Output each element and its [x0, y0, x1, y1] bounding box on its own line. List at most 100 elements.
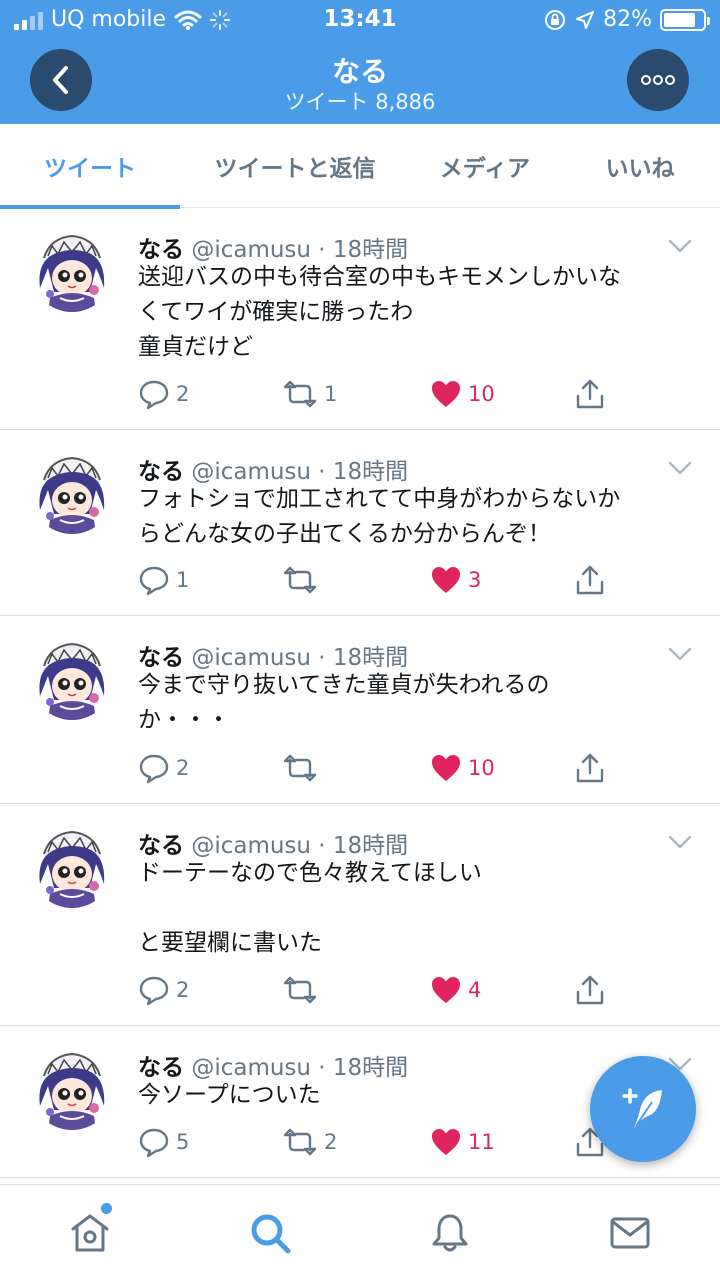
- heart-icon: [430, 378, 462, 410]
- compose-feather-icon: [622, 1088, 662, 1128]
- profile-tabs: ツイート ツイートと返信 メディア いいね: [0, 124, 720, 209]
- share-button[interactable]: [574, 378, 606, 410]
- bottom-navigation: [0, 1184, 720, 1280]
- reply-icon: [138, 564, 170, 596]
- like-button[interactable]: 11: [430, 1126, 495, 1158]
- like-button[interactable]: 3: [430, 564, 481, 596]
- retweet-icon: [282, 1126, 318, 1158]
- share-icon: [574, 564, 606, 596]
- share-icon: [574, 378, 606, 410]
- avatar[interactable]: [30, 824, 114, 908]
- tab-tweets[interactable]: ツイート: [0, 124, 180, 209]
- chevron-down-icon[interactable]: [668, 238, 692, 254]
- tab-likes[interactable]: いいね: [560, 124, 720, 208]
- nav-home[interactable]: [68, 1211, 112, 1255]
- reply-count: 2: [176, 382, 190, 406]
- status-bar: UQ mobile 13:41 82%: [0, 0, 720, 40]
- profile-name-title: なる: [331, 55, 388, 88]
- location-icon: [576, 10, 595, 29]
- avatar[interactable]: [30, 1046, 114, 1130]
- compose-tweet-button[interactable]: [590, 1056, 696, 1162]
- nav-messages[interactable]: [608, 1211, 652, 1255]
- reply-icon: [138, 974, 170, 1006]
- share-button[interactable]: [574, 752, 606, 784]
- tweet-item[interactable]: なる @icamusu · 18時間 フォトショで加工されてて中身がわからないか…: [0, 430, 720, 616]
- reply-button[interactable]: 2: [138, 974, 189, 1006]
- tweet-text: ドーテーなので色々教えてほしい と要望欄に書いた: [138, 860, 482, 956]
- tweet-item[interactable]: なる @icamusu · 18時間 ドーテーなので色々教えてほしい と要望欄に…: [0, 804, 720, 1026]
- tweet-actions: 2 10: [138, 752, 618, 784]
- reply-count: 1: [176, 568, 190, 592]
- retweet-button[interactable]: [282, 564, 324, 596]
- reply-icon: [138, 378, 170, 410]
- battery-level: [664, 12, 696, 27]
- tweet-header: なる @icamusu · 18時間: [138, 638, 408, 672]
- avatar[interactable]: [30, 636, 114, 720]
- share-icon: [574, 752, 606, 784]
- retweet-button[interactable]: 1: [282, 378, 337, 410]
- mail-icon: [610, 1217, 650, 1249]
- like-count: 3: [468, 568, 482, 592]
- rotation-lock-icon: [545, 9, 566, 30]
- nav-search[interactable]: [248, 1211, 292, 1255]
- tweet-header: なる @icamusu · 18時間: [138, 1048, 408, 1082]
- tweet-item[interactable]: なる @icamusu · 18時間 送迎バスの中も待合室の中もキモメンしかいな…: [0, 208, 720, 430]
- retweet-icon: [282, 752, 318, 784]
- tab-media[interactable]: メディア: [410, 124, 560, 208]
- more-options-button[interactable]: [627, 49, 689, 111]
- reply-icon: [138, 752, 170, 784]
- like-count: 10: [468, 756, 495, 780]
- tweet-actions: 5 2 11: [138, 1126, 618, 1158]
- tab-tweets-and-replies[interactable]: ツイートと返信: [180, 124, 410, 208]
- chevron-down-icon[interactable]: [668, 834, 692, 850]
- share-icon: [574, 974, 606, 1006]
- retweet-count: 1: [324, 382, 338, 406]
- status-bar-right: 82%: [543, 7, 710, 32]
- share-button[interactable]: [574, 974, 606, 1006]
- reply-count: 5: [176, 1130, 190, 1154]
- like-button[interactable]: 10: [430, 378, 495, 410]
- like-count: 11: [468, 1130, 495, 1154]
- tweet-actions: 2 4: [138, 974, 618, 1006]
- retweet-button[interactable]: [282, 752, 324, 784]
- tweet-header: なる @icamusu · 18時間: [138, 452, 408, 486]
- heart-icon: [430, 752, 462, 784]
- reply-icon: [138, 1126, 170, 1158]
- retweet-button[interactable]: 2: [282, 1126, 337, 1158]
- reply-button[interactable]: 5: [138, 1126, 189, 1158]
- chevron-down-icon[interactable]: [668, 460, 692, 476]
- avatar[interactable]: [30, 450, 114, 534]
- heart-icon: [430, 974, 462, 1006]
- nav-notifications[interactable]: [428, 1211, 472, 1255]
- like-button[interactable]: 10: [430, 752, 495, 784]
- reply-button[interactable]: 2: [138, 752, 189, 784]
- reply-count: 2: [176, 978, 190, 1002]
- retweet-icon: [282, 564, 318, 596]
- heart-icon: [430, 1126, 462, 1158]
- share-button[interactable]: [574, 564, 606, 596]
- tweet-header: なる @icamusu · 18時間: [138, 230, 408, 264]
- reply-count: 2: [176, 756, 190, 780]
- retweet-icon: [282, 974, 318, 1006]
- notification-dot: [101, 1203, 112, 1214]
- tweet-text: フォトショで加工されてて中身がわからないか らどんな女の子出てくるか分からんぞ！: [138, 486, 621, 547]
- tweet-actions: 1 3: [138, 564, 618, 596]
- reply-button[interactable]: 1: [138, 564, 189, 596]
- like-button[interactable]: 4: [430, 974, 481, 1006]
- reply-button[interactable]: 2: [138, 378, 189, 410]
- tweet-actions: 2 1 10: [138, 378, 618, 410]
- avatar[interactable]: [30, 228, 114, 312]
- tweet-text: 送迎バスの中も待合室の中もキモメンしかいな くてワイが確実に勝ったわ 童貞だけど: [138, 264, 621, 360]
- chevron-down-icon[interactable]: [668, 646, 692, 662]
- home-icon: [71, 1214, 109, 1252]
- tweet-item[interactable]: なる @icamusu · 18時間 今まで守り抜いてきた童貞が失われるの か・…: [0, 616, 720, 804]
- retweet-icon: [282, 378, 318, 410]
- tweet-count: ツイート 8,886: [284, 90, 436, 114]
- like-count: 10: [468, 382, 495, 406]
- battery-percent: 82%: [603, 7, 652, 32]
- search-icon: [251, 1214, 291, 1254]
- bell-icon: [432, 1214, 468, 1252]
- profile-header: UQ mobile 13:41 82% なる ツイート 8,886: [0, 0, 720, 124]
- battery-icon: [660, 8, 710, 31]
- retweet-button[interactable]: [282, 974, 324, 1006]
